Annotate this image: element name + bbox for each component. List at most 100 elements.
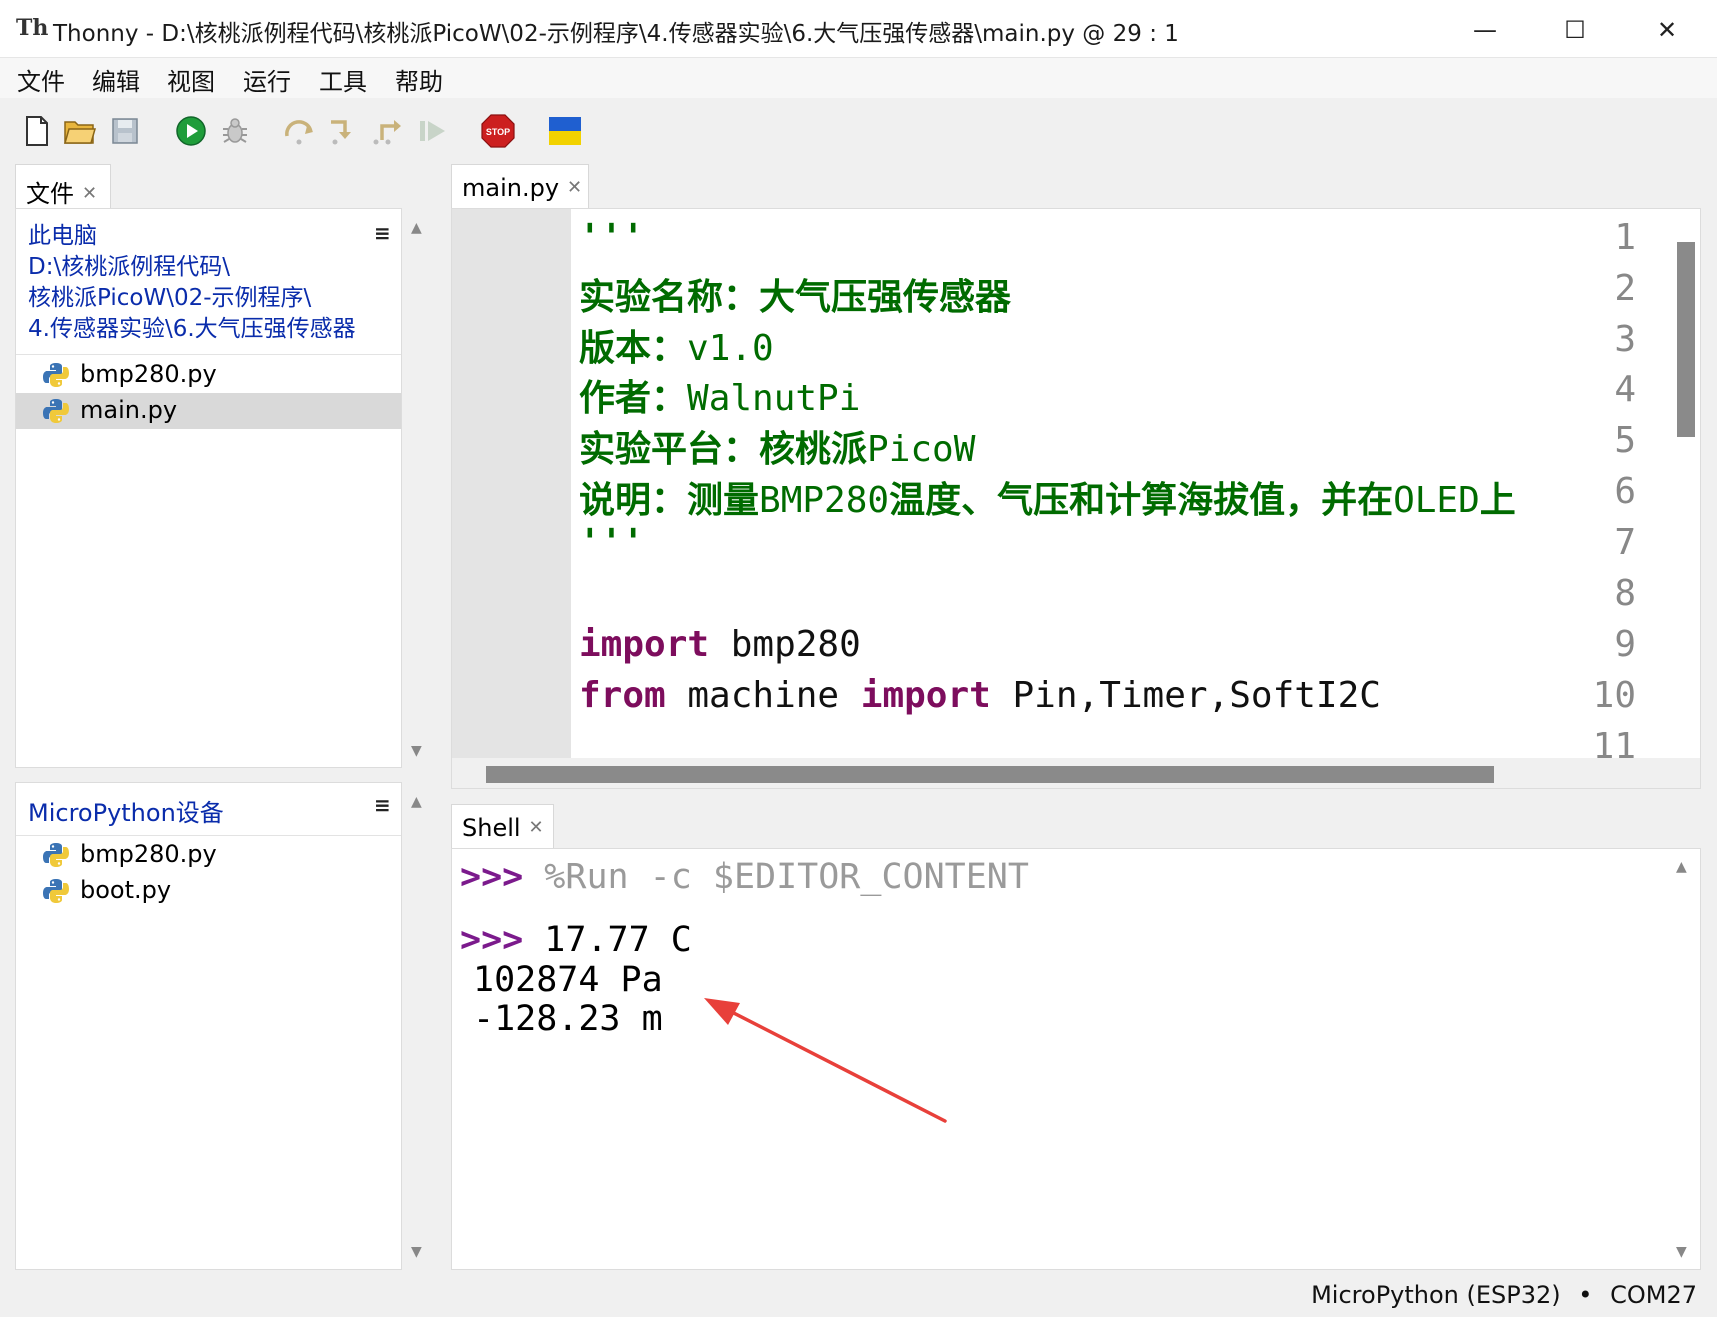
toolbar: STOP	[0, 98, 1717, 162]
keyword: import	[579, 624, 710, 665]
path-segment[interactable]: 4.传感器实验\6.大气压强传感器	[28, 314, 368, 345]
docstring-text: BMP280	[759, 480, 890, 521]
new-file-icon[interactable]	[20, 114, 54, 148]
code-line: 实验平台：核桃派PicoW	[579, 420, 975, 472]
line-number-gutter	[452, 209, 571, 758]
code-line: 作者：WalnutPi	[579, 369, 860, 421]
stop-icon[interactable]: STOP	[481, 114, 515, 148]
shell-command: %Run -c $EDITOR_CONTENT	[544, 857, 1029, 897]
resume-icon[interactable]	[416, 114, 450, 148]
close-window-button[interactable]: ✕	[1637, 10, 1697, 50]
docstring-text: 说明：测量	[579, 480, 760, 521]
panel-menu-icon[interactable]: ≡	[374, 793, 391, 817]
line-number: 1	[1614, 217, 1636, 258]
scroll-up-icon[interactable]: ▲	[411, 794, 422, 810]
local-files-panel: 此电脑 D:\核桃派例程代码\ 核桃派PicoW\02-示例程序\ 4.传感器实…	[15, 208, 402, 768]
tab-main-py-label: main.py	[462, 174, 560, 202]
editor-vertical-scrollbar[interactable]	[1664, 209, 1700, 758]
path-segment[interactable]: 核桃派PicoW\02-示例程序\	[28, 283, 368, 314]
save-icon[interactable]	[108, 114, 142, 148]
line-number: 2	[1614, 268, 1636, 309]
device-header[interactable]: MicroPython设备	[28, 793, 224, 828]
tab-shell[interactable]: Shell ✕	[451, 804, 554, 848]
line-number: 8	[1614, 573, 1636, 614]
editor-horizontal-scrollbar[interactable]	[452, 758, 1700, 788]
line-number: 9	[1614, 624, 1636, 665]
code-line: 版本：v1.0	[579, 319, 774, 371]
code-editor[interactable]: 1 2 3 4 5 6 7 8 9 10 11 ''' 实验名称：大气压强传感器…	[451, 208, 1701, 789]
step-out-icon[interactable]	[372, 114, 406, 148]
menu-file[interactable]: 文件	[17, 62, 65, 97]
path-segment[interactable]: D:\核桃派例程代码\	[28, 252, 368, 283]
debug-icon[interactable]	[218, 114, 252, 148]
interpreter-status[interactable]: MicroPython (ESP32) • COM27	[1311, 1281, 1697, 1309]
docstring-quote: '''	[579, 522, 645, 563]
device-files-scrollbar[interactable]: ▲ ▼	[402, 782, 432, 1270]
menu-view[interactable]: 视图	[167, 62, 215, 97]
device-file-item[interactable]: bmp280.py	[16, 837, 401, 873]
file-item[interactable]: bmp280.py	[16, 357, 401, 393]
run-icon[interactable]	[174, 114, 208, 148]
step-over-icon[interactable]	[283, 114, 317, 148]
menu-run[interactable]: 运行	[243, 62, 291, 97]
interpreter-name: MicroPython (ESP32)	[1311, 1281, 1561, 1309]
close-icon[interactable]: ✕	[529, 817, 544, 838]
altitude-output: -128.23 m	[473, 999, 663, 1039]
minimize-button[interactable]: —	[1455, 10, 1515, 50]
python-file-icon	[43, 363, 69, 387]
python-file-icon	[43, 879, 69, 903]
docstring-quote: '''	[579, 217, 645, 258]
close-icon[interactable]: ✕	[567, 177, 582, 198]
ukraine-flag-icon[interactable]	[548, 114, 582, 148]
open-folder-icon[interactable]	[63, 114, 97, 148]
tab-files-label: 文件	[26, 180, 74, 208]
step-into-icon[interactable]	[327, 114, 361, 148]
tab-main-py[interactable]: main.py ✕	[451, 164, 589, 208]
maximize-button[interactable]: ☐	[1545, 10, 1605, 50]
code-text: bmp280	[709, 624, 861, 665]
temperature-output: 17.77 C	[544, 920, 692, 960]
status-separator: •	[1578, 1281, 1593, 1309]
file-name: bmp280.py	[80, 840, 217, 868]
menu-bar: 文件 编辑 视图 运行 工具 帮助	[0, 58, 1717, 98]
code-line: import bmp280	[579, 624, 861, 665]
port-name: COM27	[1610, 1281, 1697, 1309]
shell-panel[interactable]: >>> %Run -c $EDITOR_CONTENT >>> 17.77 C …	[451, 848, 1701, 1270]
divider	[16, 354, 401, 355]
close-icon[interactable]: ✕	[82, 183, 97, 204]
keyword: from	[579, 675, 666, 716]
local-path[interactable]: 此电脑 D:\核桃派例程代码\ 核桃派PicoW\02-示例程序\ 4.传感器实…	[28, 221, 368, 345]
file-item-selected[interactable]: main.py	[16, 393, 401, 429]
panel-menu-icon[interactable]: ≡	[374, 221, 391, 245]
scroll-up-icon[interactable]: ▲	[411, 220, 422, 236]
path-this-pc[interactable]: 此电脑	[28, 221, 368, 252]
window-title: Thonny - D:\核桃派例程代码\核桃派PicoW\02-示例程序\4.传…	[53, 21, 1179, 47]
docstring-text: 温度、气压和计算海拔值，并在	[889, 480, 1394, 521]
menu-edit[interactable]: 编辑	[92, 62, 140, 97]
local-files-scrollbar[interactable]: ▲ ▼	[402, 208, 432, 768]
code-text: Pin,Timer,SoftI2C	[990, 675, 1381, 716]
docstring-text: 实验名称：大气压强传感器	[579, 277, 1012, 318]
device-file-item[interactable]: boot.py	[16, 873, 401, 909]
docstring-text: 上	[1479, 480, 1516, 521]
line-number: 11	[1592, 726, 1636, 758]
scroll-down-icon[interactable]: ▼	[1676, 1244, 1687, 1260]
code-text: machine	[665, 675, 861, 716]
status-bar: MicroPython (ESP32) • COM27	[0, 1277, 1717, 1317]
editor-viewport[interactable]: 1 2 3 4 5 6 7 8 9 10 11 ''' 实验名称：大气压强传感器…	[452, 209, 1664, 758]
docstring-text: OLED	[1393, 480, 1480, 521]
shell-output-line: >>> 17.77 C	[460, 920, 692, 960]
code-line: '''	[579, 217, 644, 258]
scroll-down-icon[interactable]: ▼	[411, 743, 422, 759]
scrollbar-thumb[interactable]	[486, 766, 1494, 783]
scrollbar-thumb[interactable]	[1677, 242, 1695, 437]
shell-scrollbar[interactable]: ▲ ▼	[1664, 849, 1700, 1269]
menu-help[interactable]: 帮助	[395, 62, 443, 97]
docstring-text: 作者：	[579, 378, 688, 419]
scroll-down-icon[interactable]: ▼	[411, 1244, 422, 1260]
menu-tools[interactable]: 工具	[319, 62, 367, 97]
file-name: boot.py	[80, 876, 172, 904]
tab-files[interactable]: 文件 ✕	[15, 164, 111, 208]
scroll-up-icon[interactable]: ▲	[1676, 859, 1687, 875]
pressure-output: 102874 Pa	[473, 960, 663, 1000]
